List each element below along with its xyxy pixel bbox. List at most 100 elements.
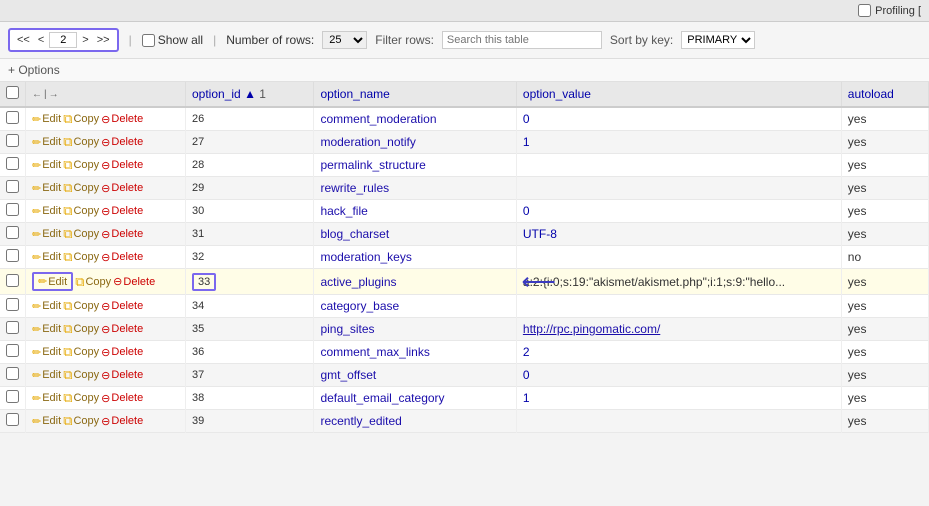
row-autoload-cell: no bbox=[841, 246, 928, 269]
copy-button[interactable]: ⧉ Copy bbox=[75, 274, 111, 290]
show-all-checkbox[interactable] bbox=[142, 34, 155, 47]
edit-button[interactable]: ✏ Edit bbox=[32, 159, 61, 172]
copy-button[interactable]: ⧉ Copy bbox=[63, 111, 99, 127]
edit-button[interactable]: ✏ Edit bbox=[32, 346, 61, 359]
option-value-sort-link[interactable]: option_value bbox=[523, 87, 591, 101]
row-name-cell: category_base bbox=[314, 295, 516, 318]
copy-button[interactable]: ⧉ Copy bbox=[63, 134, 99, 150]
table-row: ✏ Edit⧉ Copy⊖ Delete28permalink_structur… bbox=[0, 154, 929, 177]
pagination-first[interactable]: << bbox=[14, 33, 33, 47]
row-name-cell: moderation_notify bbox=[314, 131, 516, 154]
sort-select[interactable]: PRIMARY bbox=[681, 31, 755, 49]
row-id-cell: 32 bbox=[186, 246, 314, 269]
row-autoload-cell: yes bbox=[841, 364, 928, 387]
pagination-last[interactable]: >> bbox=[94, 33, 113, 47]
copy-button[interactable]: ⧉ Copy bbox=[63, 249, 99, 265]
delete-button[interactable]: ⊖ Delete bbox=[101, 251, 143, 264]
edit-button[interactable]: ✏ Edit bbox=[32, 205, 61, 218]
sort-label: Sort by key: bbox=[610, 33, 673, 47]
edit-button[interactable]: ✏ Edit bbox=[32, 228, 61, 241]
option-id-sort-link[interactable]: option_id bbox=[192, 87, 241, 101]
copy-button[interactable]: ⧉ Copy bbox=[63, 321, 99, 337]
edit-button[interactable]: ✏ Edit bbox=[32, 182, 61, 195]
delete-button[interactable]: ⊖ Delete bbox=[101, 113, 143, 126]
profiling-label: Profiling [ bbox=[875, 5, 921, 17]
table-row: ✏ Edit⧉ Copy⊖ Delete29rewrite_rulesyes bbox=[0, 177, 929, 200]
delete-button[interactable]: ⊖ Delete bbox=[101, 300, 143, 313]
row-name-cell: permalink_structure bbox=[314, 154, 516, 177]
row-checkbox[interactable] bbox=[6, 134, 19, 147]
row-checkbox[interactable] bbox=[6, 157, 19, 170]
col-header-option-name[interactable]: option_name bbox=[314, 82, 516, 107]
rows-select[interactable]: 25 50 100 bbox=[322, 31, 367, 49]
row-checkbox[interactable] bbox=[6, 111, 19, 124]
edit-button[interactable]: ✏ Edit bbox=[32, 415, 61, 428]
row-name-cell: recently_edited bbox=[314, 410, 516, 433]
table-row: ✏ Edit⧉ Copy⊖ Delete38default_email_cate… bbox=[0, 387, 929, 410]
row-checkbox[interactable] bbox=[6, 226, 19, 239]
autoload-sort-link[interactable]: autoload bbox=[848, 87, 894, 101]
delete-button[interactable]: ⊖ Delete bbox=[101, 346, 143, 359]
delete-button[interactable]: ⊖ Delete bbox=[101, 228, 143, 241]
copy-button[interactable]: ⧉ Copy bbox=[63, 157, 99, 173]
copy-button[interactable]: ⧉ Copy bbox=[63, 367, 99, 383]
col-header-option-value[interactable]: option_value bbox=[516, 82, 841, 107]
delete-button[interactable]: ⊖ Delete bbox=[101, 136, 143, 149]
row-checkbox-cell bbox=[0, 177, 26, 200]
row-checkbox[interactable] bbox=[6, 321, 19, 334]
col-header-autoload[interactable]: autoload bbox=[841, 82, 928, 107]
delete-button[interactable]: ⊖ Delete bbox=[101, 159, 143, 172]
edit-button[interactable]: ✏ Edit bbox=[32, 323, 61, 336]
row-checkbox[interactable] bbox=[6, 298, 19, 311]
row-checkbox[interactable] bbox=[6, 344, 19, 357]
edit-button[interactable]: ✏ Edit bbox=[32, 369, 61, 382]
row-actions-cell: ✏ Edit⧉ Copy⊖ Delete bbox=[26, 246, 186, 269]
delete-button[interactable]: ⊖ Delete bbox=[101, 392, 143, 405]
row-checkbox[interactable] bbox=[6, 203, 19, 216]
option-name-sort-link[interactable]: option_name bbox=[320, 87, 389, 101]
col-header-option-id[interactable]: option_id ▲ 1 bbox=[186, 82, 314, 107]
copy-button[interactable]: ⧉ Copy bbox=[63, 226, 99, 242]
copy-button[interactable]: ⧉ Copy bbox=[63, 203, 99, 219]
select-all-checkbox[interactable] bbox=[6, 86, 19, 99]
row-checkbox[interactable] bbox=[6, 274, 19, 287]
delete-button[interactable]: ⊖ Delete bbox=[101, 182, 143, 195]
copy-button[interactable]: ⧉ Copy bbox=[63, 344, 99, 360]
edit-button[interactable]: ✏ Edit bbox=[32, 272, 73, 291]
copy-button[interactable]: ⧉ Copy bbox=[63, 413, 99, 429]
pagination-next[interactable]: > bbox=[79, 33, 91, 47]
row-actions-cell: ✏ Edit⧉ Copy⊖ Delete bbox=[26, 410, 186, 433]
edit-button[interactable]: ✏ Edit bbox=[32, 136, 61, 149]
row-name-cell: active_plugins⟵ bbox=[314, 269, 516, 295]
row-checkbox-cell bbox=[0, 410, 26, 433]
row-id-cell: 26 bbox=[186, 107, 314, 131]
pagination-prev[interactable]: < bbox=[35, 33, 47, 47]
copy-button[interactable]: ⧉ Copy bbox=[63, 390, 99, 406]
row-checkbox[interactable] bbox=[6, 180, 19, 193]
row-name-cell: blog_charset bbox=[314, 223, 516, 246]
delete-button[interactable]: ⊖ Delete bbox=[113, 275, 155, 288]
edit-button[interactable]: ✏ Edit bbox=[32, 300, 61, 313]
row-checkbox[interactable] bbox=[6, 367, 19, 380]
row-actions-cell: ✏ Edit⧉ Copy⊖ Delete bbox=[26, 200, 186, 223]
page-number-input[interactable] bbox=[49, 32, 77, 48]
table-row: ✏ Edit⧉ Copy⊖ Delete36comment_max_links2… bbox=[0, 341, 929, 364]
filter-input[interactable] bbox=[442, 31, 602, 49]
delete-button[interactable]: ⊖ Delete bbox=[101, 323, 143, 336]
edit-button[interactable]: ✏ Edit bbox=[32, 113, 61, 126]
table-row: ✏ Edit⧉ Copy⊖ Delete26comment_moderation… bbox=[0, 107, 929, 131]
row-checkbox-cell bbox=[0, 154, 26, 177]
options-link[interactable]: + Options bbox=[8, 63, 60, 77]
row-checkbox[interactable] bbox=[6, 390, 19, 403]
delete-button[interactable]: ⊖ Delete bbox=[101, 369, 143, 382]
edit-button[interactable]: ✏ Edit bbox=[32, 251, 61, 264]
copy-button[interactable]: ⧉ Copy bbox=[63, 298, 99, 314]
options-bar: + Options bbox=[0, 59, 929, 82]
row-checkbox[interactable] bbox=[6, 413, 19, 426]
copy-button[interactable]: ⧉ Copy bbox=[63, 180, 99, 196]
row-checkbox[interactable] bbox=[6, 249, 19, 262]
profiling-checkbox[interactable] bbox=[858, 4, 871, 17]
edit-button[interactable]: ✏ Edit bbox=[32, 392, 61, 405]
delete-button[interactable]: ⊖ Delete bbox=[101, 415, 143, 428]
delete-button[interactable]: ⊖ Delete bbox=[101, 205, 143, 218]
